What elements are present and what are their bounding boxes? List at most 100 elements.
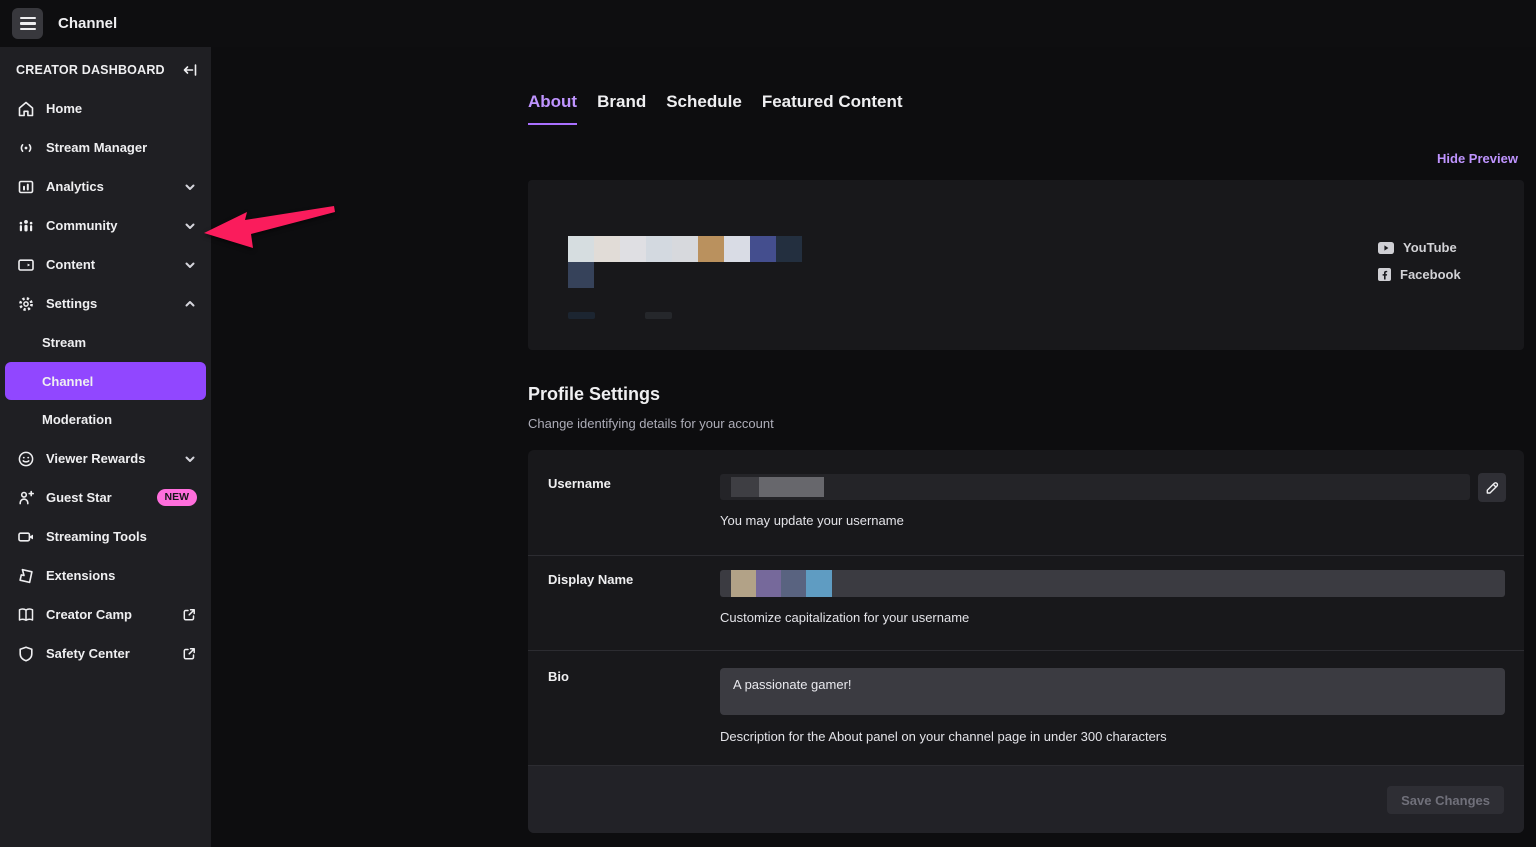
display-name-redaction-block (781, 570, 806, 597)
sidebar-item-label: Channel (42, 373, 94, 389)
profile-settings-subtitle: Change identifying details for your acco… (528, 416, 774, 431)
sidebar-item-settings[interactable]: Settings (0, 284, 211, 323)
sidebar-item-label: Viewer Rewards (46, 451, 146, 466)
app-window: Channel CREATOR DASHBOARD Home Stream Ma… (0, 0, 1536, 847)
facebook-link[interactable]: Facebook (1378, 267, 1461, 282)
sidebar: CREATOR DASHBOARD Home Stream Manager An… (0, 47, 211, 847)
collapse-sidebar-button[interactable] (182, 62, 198, 78)
sidebar-item-channel[interactable]: Channel (5, 362, 206, 400)
youtube-icon (1378, 241, 1394, 254)
preview-banner (568, 236, 802, 262)
username-input[interactable] (720, 474, 1470, 500)
sidebar-item-home[interactable]: Home (0, 89, 211, 128)
row-divider (528, 555, 1524, 556)
preview-placeholder-bar (645, 312, 672, 319)
username-label: Username (548, 476, 611, 491)
chevron-down-icon (183, 258, 197, 272)
new-badge: NEW (156, 489, 197, 506)
smiley-icon (16, 449, 36, 469)
sidebar-item-stream[interactable]: Stream (0, 323, 211, 362)
banner-swatch (620, 236, 646, 262)
sidebar-item-content[interactable]: Content (0, 245, 211, 284)
banner-swatch (594, 236, 620, 262)
tab-brand[interactable]: Brand (597, 92, 646, 125)
home-icon (16, 99, 36, 119)
analytics-icon (16, 177, 36, 197)
sidebar-item-viewer-rewards[interactable]: Viewer Rewards (0, 439, 211, 478)
tab-featured-content[interactable]: Featured Content (762, 92, 903, 125)
profile-settings-title: Profile Settings (528, 384, 661, 404)
community-icon (16, 216, 36, 236)
display-name-redaction-block (756, 570, 781, 597)
settings-subitems: Stream Channel Moderation (0, 323, 211, 439)
sidebar-item-label: Extensions (46, 568, 116, 583)
profile-settings-card: Username You may update your username Di… (528, 450, 1524, 833)
username-redaction-block (731, 477, 759, 497)
tab-schedule[interactable]: Schedule (666, 92, 742, 125)
pencil-icon (1486, 481, 1499, 494)
sidebar-item-streaming-tools[interactable]: Streaming Tools (0, 517, 211, 556)
gear-icon (16, 294, 36, 314)
content-icon (16, 255, 36, 275)
social-links: YouTube Facebook (1378, 240, 1461, 282)
hamburger-menu-button[interactable] (12, 8, 43, 39)
sidebar-item-label: Content (46, 257, 96, 272)
banner-swatch (698, 236, 724, 262)
banner-swatch (646, 236, 672, 262)
banner-swatch (724, 236, 750, 262)
edit-username-button[interactable] (1478, 473, 1506, 502)
sidebar-item-label: Home (46, 101, 83, 116)
page-title: Channel (58, 15, 118, 32)
social-label: Facebook (1400, 267, 1461, 282)
username-helper: You may update your username (720, 513, 904, 528)
sidebar-header: CREATOR DASHBOARD (0, 47, 211, 89)
sidebar-item-label: Guest Star (46, 490, 112, 505)
sidebar-item-label: Analytics (46, 179, 104, 194)
sidebar-item-label: Settings (46, 296, 98, 311)
sidebar-item-label: Streaming Tools (46, 529, 147, 544)
sidebar-item-stream-manager[interactable]: Stream Manager (0, 128, 211, 167)
social-label: YouTube (1403, 240, 1457, 255)
save-changes-button[interactable]: Save Changes (1387, 786, 1504, 814)
chevron-down-icon (183, 452, 197, 466)
banner-swatch (672, 236, 698, 262)
sidebar-item-guest-star[interactable]: Guest Star NEW (0, 478, 211, 517)
chevron-up-icon (183, 297, 197, 311)
display-name-redaction-block (806, 570, 832, 597)
sidebar-title: CREATOR DASHBOARD (16, 63, 165, 77)
bio-textarea[interactable]: A passionate gamer! (720, 668, 1505, 715)
sidebar-item-label: Community (46, 218, 118, 233)
chevron-down-icon (183, 219, 197, 233)
broadcast-icon (16, 138, 36, 158)
display-name-helper: Customize capitalization for your userna… (720, 610, 970, 625)
sidebar-item-community[interactable]: Community (0, 206, 211, 245)
sidebar-item-extensions[interactable]: Extensions (0, 556, 211, 595)
channel-preview-card: YouTube Facebook (528, 180, 1524, 350)
display-name-input[interactable] (720, 570, 1505, 597)
sidebar-item-analytics[interactable]: Analytics (0, 167, 211, 206)
book-icon (16, 605, 36, 625)
shield-icon (16, 644, 36, 664)
sidebar-item-moderation[interactable]: Moderation (0, 400, 211, 439)
chevron-down-icon (183, 180, 197, 194)
sidebar-item-creator-camp[interactable]: Creator Camp (0, 595, 211, 634)
tab-about[interactable]: About (528, 92, 578, 125)
external-link-icon (181, 607, 197, 623)
hide-preview-link[interactable]: Hide Preview (1437, 151, 1518, 166)
banner-swatch (776, 236, 802, 262)
sidebar-item-label: Stream (42, 335, 87, 350)
camera-icon (16, 527, 36, 547)
banner-swatch (750, 236, 776, 262)
sidebar-item-label: Safety Center (46, 646, 130, 661)
sidebar-item-safety-center[interactable]: Safety Center (0, 634, 211, 673)
person-plus-icon (16, 488, 36, 508)
collapse-icon (183, 64, 197, 76)
sidebar-item-label: Creator Camp (46, 607, 132, 622)
banner-swatch (568, 236, 594, 262)
facebook-icon (1378, 268, 1391, 281)
settings-tabs: About Brand Schedule Featured Content (528, 92, 903, 125)
sidebar-item-label: Moderation (42, 412, 113, 427)
youtube-link[interactable]: YouTube (1378, 240, 1461, 255)
display-name-label: Display Name (548, 572, 634, 587)
puzzle-icon (16, 566, 36, 586)
